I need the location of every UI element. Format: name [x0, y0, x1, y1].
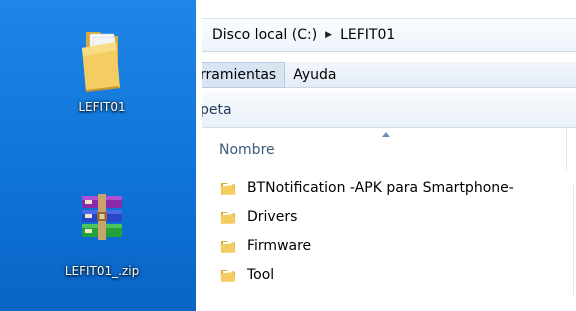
list-item[interactable]: BTNotification -APK para Smartphone- — [202, 173, 576, 202]
column-divider[interactable] — [566, 128, 567, 170]
winrar-archive-icon — [82, 194, 122, 240]
desktop-icon-label: LEFIT01 — [78, 100, 126, 114]
toolbar: peta — [202, 92, 576, 128]
folder-icon — [82, 32, 120, 92]
desktop-icon-label: LEFIT01_.zip — [64, 264, 140, 278]
file-name: Tool — [247, 266, 275, 283]
folder-icon — [220, 269, 236, 282]
breadcrumb-separator-icon[interactable]: ▶ — [321, 30, 336, 40]
breadcrumb-disk[interactable]: Disco local (C:) — [208, 27, 321, 43]
file-name: BTNotification -APK para Smartphone- — [247, 179, 514, 196]
column-guide-line — [573, 185, 574, 295]
list-item[interactable]: Tool — [202, 260, 576, 289]
desktop-icon-lefit01-zip[interactable]: LEFIT01_.zip — [47, 192, 157, 278]
new-folder-button[interactable]: peta — [202, 102, 232, 118]
desktop: LEFIT01 LEFIT01_.zip — [0, 0, 196, 311]
menu-ayuda[interactable]: Ayuda — [285, 62, 344, 88]
column-header-name[interactable]: Nombre — [219, 142, 275, 158]
explorer-window: Disco local (C:) ▶ LEFIT01 rramientas Ay… — [202, 0, 576, 311]
folder-icon — [220, 182, 236, 195]
folder-icon — [220, 211, 236, 224]
desktop-icon-lefit01[interactable]: LEFIT01 — [47, 24, 157, 114]
address-bar[interactable]: Disco local (C:) ▶ LEFIT01 — [202, 18, 576, 52]
menu-herramientas[interactable]: rramientas — [202, 61, 286, 88]
list-item[interactable]: Drivers — [202, 202, 576, 231]
menu-bar: rramientas Ayuda — [202, 61, 576, 88]
file-name: Firmware — [247, 237, 312, 254]
breadcrumb-folder[interactable]: LEFIT01 — [336, 27, 399, 43]
column-header-row: Nombre — [202, 128, 576, 170]
list-item[interactable]: Firmware — [202, 231, 576, 260]
file-list: BTNotification -APK para Smartphone- Dri… — [202, 173, 576, 289]
sort-ascending-icon — [382, 132, 390, 137]
file-name: Drivers — [247, 208, 298, 225]
folder-icon — [220, 240, 236, 253]
